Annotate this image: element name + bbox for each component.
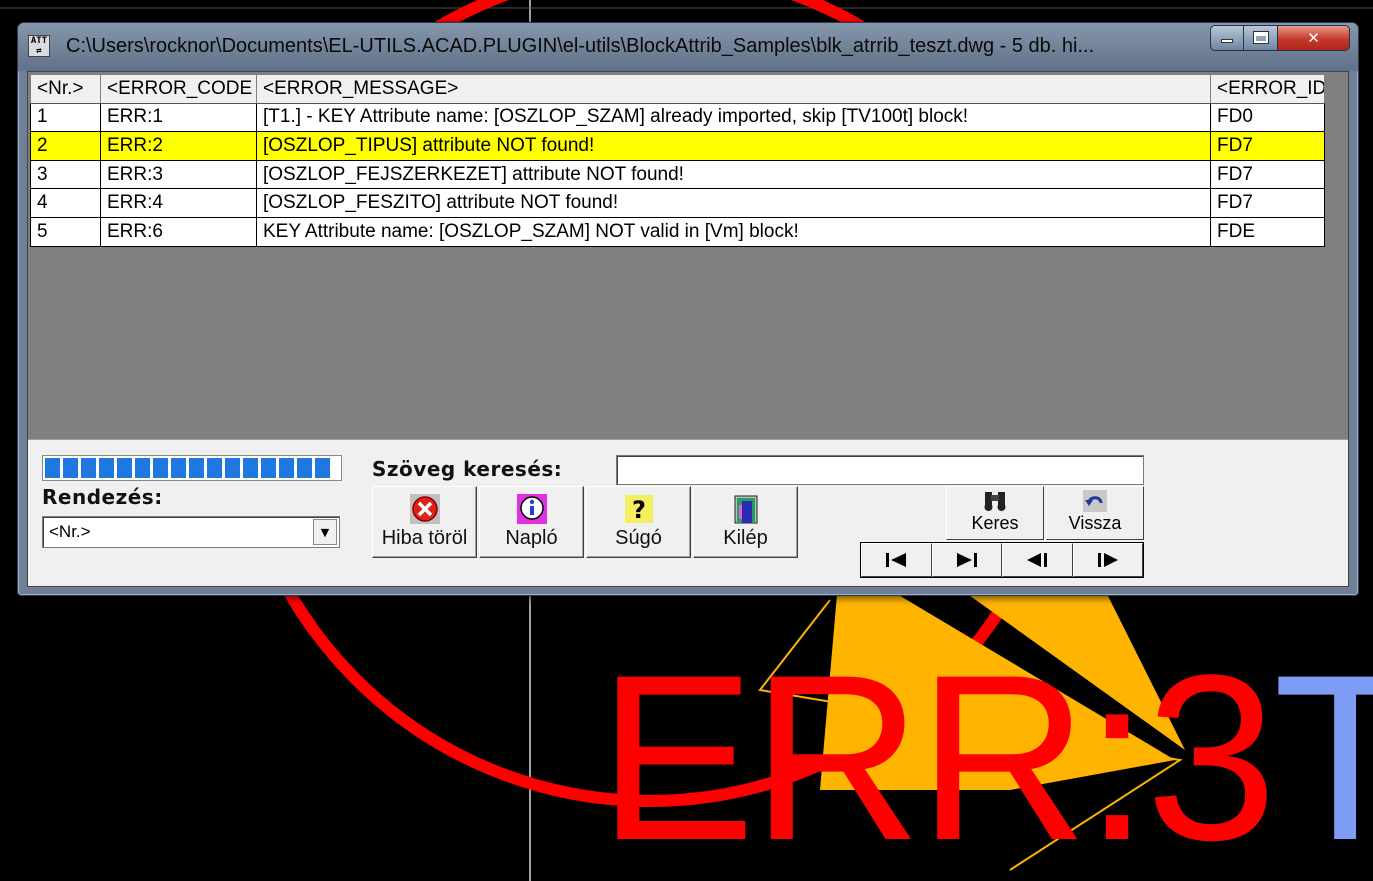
table-row[interactable]: 4 ERR:4 [OSZLOP_FESZITO] attribute NOT f… [30,188,1325,218]
log-button[interactable]: Napló [479,486,584,558]
table-row[interactable]: 3 ERR:3 [OSZLOP_FEJSZERKEZET] attribute … [30,159,1325,190]
next-record-icon [1097,553,1118,567]
table-row[interactable]: 5 ERR:6 KEY Attribute name: [OSZLOP_SZAM… [30,216,1325,247]
client-area: <Nr.> <ERROR_CODE <ERROR_MESSAGE> <ERROR… [27,71,1349,587]
cell-error-id[interactable]: FD7 [1210,131,1325,161]
cell-error-message[interactable]: [OSZLOP_TIPUS] attribute NOT found! [256,131,1211,161]
cell-nr[interactable]: 2 [30,131,101,161]
maximize-button[interactable] [1244,25,1278,51]
cell-error-code[interactable]: ERR:4 [100,188,257,218]
sort-select[interactable]: <Nr.> ▼ [42,516,340,548]
previous-record-button[interactable] [1002,543,1073,577]
close-button[interactable]: ✕ [1278,25,1350,51]
cell-error-message[interactable]: KEY Attribute name: [OSZLOP_SZAM] NOT va… [256,216,1211,247]
cell-nr[interactable]: 3 [30,159,101,190]
cell-error-code[interactable]: ERR:1 [100,102,257,133]
svg-text:?: ? [632,496,646,524]
cell-error-id[interactable]: FD7 [1210,188,1325,218]
last-record-button[interactable] [931,543,1002,577]
last-record-icon [956,553,977,567]
exit-button[interactable]: Kilép [693,486,798,558]
minimize-icon [1221,39,1233,43]
exit-door-icon [734,495,757,524]
column-header-error-code[interactable]: <ERROR_CODE [100,74,257,104]
minimize-button[interactable] [1210,25,1244,51]
help-button[interactable]: ? Súgó [586,486,691,558]
error-grid: <Nr.> <ERROR_CODE <ERROR_MESSAGE> <ERROR… [30,74,1325,247]
help-icon: ? [624,495,653,524]
grid-header-row: <Nr.> <ERROR_CODE <ERROR_MESSAGE> <ERROR… [30,74,1325,104]
cell-nr[interactable]: 4 [30,188,101,218]
cell-error-code[interactable]: ERR:2 [100,131,257,161]
column-header-nr[interactable]: <Nr.> [30,74,101,104]
maximize-icon [1252,31,1269,44]
error-delete-icon [409,494,440,524]
cell-nr[interactable]: 5 [30,216,101,247]
cell-error-code[interactable]: ERR:3 [100,159,257,190]
cell-error-id[interactable]: FD0 [1210,102,1325,133]
title-bar[interactable]: ATT ⇄ C:\Users\rocknor\Documents\EL-UTILS… [18,23,1358,71]
next-record-button[interactable] [1072,543,1143,577]
previous-record-icon [1027,553,1048,567]
first-record-button[interactable] [861,543,932,577]
cell-error-message[interactable]: [OSZLOP_FESZITO] attribute NOT found! [256,188,1211,218]
sort-select-value: <Nr.> [49,522,91,541]
search-input[interactable] [616,455,1144,485]
window-title: C:\Users\rocknor\Documents\EL-UTILS.ACAD… [66,35,1095,57]
error-grid-area: <Nr.> <ERROR_CODE <ERROR_MESSAGE> <ERROR… [28,72,1348,440]
column-header-error-message[interactable]: <ERROR_MESSAGE> [256,74,1211,104]
table-row[interactable]: 1 ERR:1 [T1.] - KEY Attribute name: [OSZ… [30,102,1325,133]
delete-error-button[interactable]: Hiba töröl [372,486,477,558]
close-icon: ✕ [1307,29,1320,47]
find-button[interactable]: Keres [946,486,1044,540]
cell-error-id[interactable]: FD7 [1210,159,1325,190]
cell-error-message[interactable]: [OSZLOP_FEJSZERKEZET] attribute NOT foun… [256,159,1211,190]
record-navigator [860,542,1144,578]
binoculars-icon [984,492,1006,511]
progress-bar [42,455,342,481]
first-record-icon [886,553,907,567]
back-button[interactable]: Vissza [1046,486,1144,540]
cell-error-message[interactable]: [T1.] - KEY Attribute name: [OSZLOP_SZAM… [256,102,1211,133]
search-label: Szöveg keresés: [372,457,563,481]
undo-icon [1083,490,1107,512]
app-icon[interactable]: ATT ⇄ [28,35,50,57]
error-list-window: ATT ⇄ C:\Users\rocknor\Documents\EL-UTILS… [17,22,1359,596]
chevron-down-icon[interactable]: ▼ [313,519,337,545]
cell-nr[interactable]: 1 [30,102,101,133]
table-row-selected[interactable]: 2 ERR:2 [OSZLOP_TIPUS] attribute NOT fou… [30,131,1325,161]
column-header-error-id[interactable]: <ERROR_ID [1210,74,1325,104]
cad-error-label: ERR:3T [598,626,1373,881]
cell-error-code[interactable]: ERR:6 [100,216,257,247]
cell-error-id[interactable]: FDE [1210,216,1325,247]
sort-label: Rendezés: [42,485,163,509]
info-icon [516,494,547,524]
